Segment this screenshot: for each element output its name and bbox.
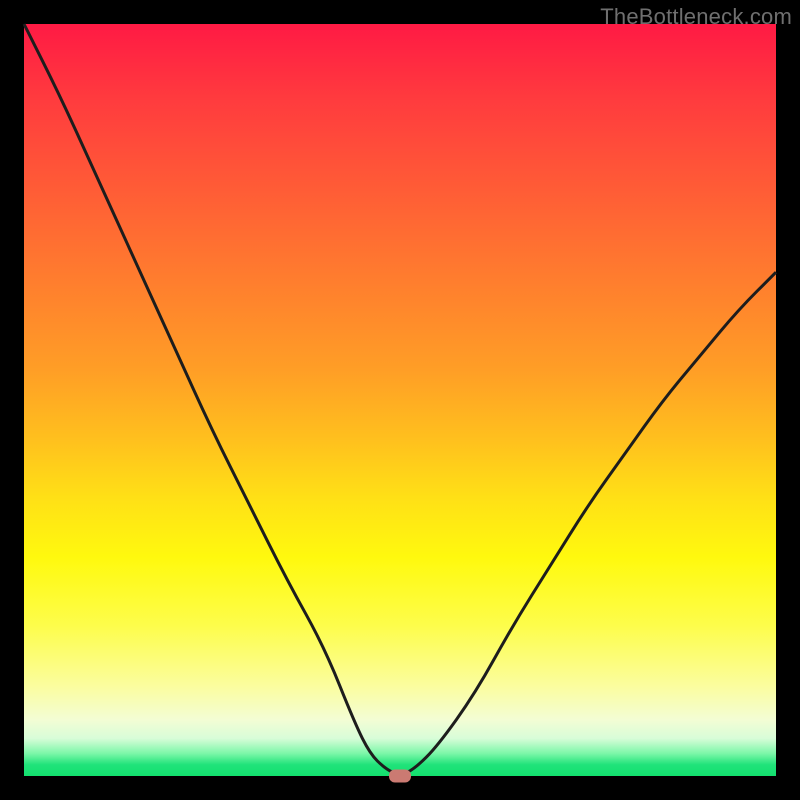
bottleneck-curve: [24, 24, 776, 776]
chart-frame: TheBottleneck.com: [0, 0, 800, 800]
plot-area: [24, 24, 776, 776]
minimum-marker: [389, 770, 411, 783]
watermark-text: TheBottleneck.com: [600, 4, 792, 30]
